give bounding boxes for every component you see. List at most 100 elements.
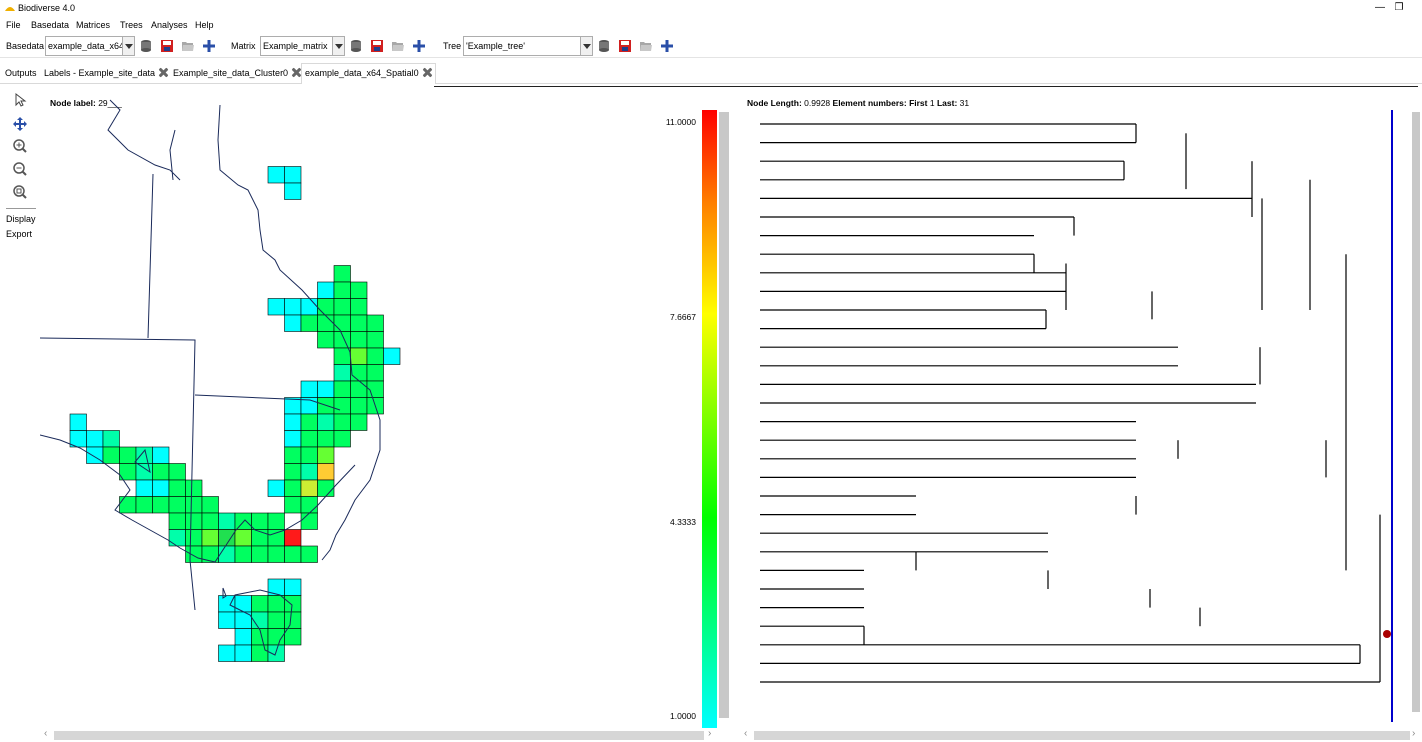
save-icon[interactable] — [160, 39, 174, 53]
map-cell[interactable] — [317, 281, 335, 299]
map-horizontal-scrollbar[interactable] — [54, 731, 704, 740]
map-cell[interactable] — [333, 397, 351, 415]
map-cell[interactable] — [185, 529, 203, 547]
map-cell[interactable] — [251, 644, 269, 662]
map-cell[interactable] — [284, 479, 302, 497]
map-cell[interactable] — [251, 512, 269, 530]
map-cell[interactable] — [119, 496, 137, 514]
map-cell[interactable] — [350, 413, 368, 431]
map-cell[interactable] — [350, 380, 368, 398]
zoom-out-icon[interactable] — [12, 161, 28, 177]
menu-analyses[interactable]: Analyses — [151, 20, 188, 30]
map-cell[interactable] — [317, 479, 335, 497]
map-cell[interactable] — [350, 397, 368, 415]
map-cell[interactable] — [300, 545, 318, 563]
map-cell[interactable] — [251, 595, 269, 613]
map-cell[interactable] — [185, 512, 203, 530]
map-cell[interactable] — [300, 463, 318, 481]
map-cell[interactable] — [284, 496, 302, 514]
map-cell[interactable] — [201, 496, 219, 514]
map-cell[interactable] — [333, 380, 351, 398]
map-cell[interactable] — [284, 529, 302, 547]
map-cell[interactable] — [333, 413, 351, 431]
map-cell[interactable] — [251, 545, 269, 563]
close-icon[interactable] — [292, 68, 301, 77]
map-cell[interactable] — [317, 298, 335, 316]
map-cell[interactable] — [333, 298, 351, 316]
map-cell[interactable] — [300, 413, 318, 431]
map-cell[interactable] — [350, 347, 368, 365]
map-cell[interactable] — [267, 529, 285, 547]
tab-outputs[interactable]: Outputs — [2, 65, 40, 84]
map-cell[interactable] — [234, 529, 252, 547]
map-cell[interactable] — [284, 166, 302, 184]
map-cell[interactable] — [366, 314, 384, 332]
map-cell[interactable] — [284, 628, 302, 646]
map-cell[interactable] — [284, 182, 302, 200]
map-cell[interactable] — [350, 364, 368, 382]
save-icon[interactable] — [618, 39, 632, 53]
map-cell[interactable] — [284, 446, 302, 464]
map-cell[interactable] — [185, 545, 203, 563]
zoom-in-icon[interactable] — [12, 138, 28, 154]
add-icon[interactable] — [202, 39, 216, 53]
map-cell[interactable] — [168, 479, 186, 497]
display-menu[interactable]: Display — [6, 214, 36, 224]
map-cell[interactable] — [333, 364, 351, 382]
tree-horizontal-scrollbar[interactable] — [754, 731, 1410, 740]
folder-open-icon[interactable] — [391, 39, 405, 53]
map-cell[interactable] — [168, 529, 186, 547]
map-cell[interactable] — [201, 529, 219, 547]
close-icon[interactable] — [423, 68, 432, 77]
map-cell[interactable] — [102, 430, 120, 448]
maximize-button[interactable]: ❐ — [1392, 1, 1406, 15]
map-cell[interactable] — [267, 479, 285, 497]
add-icon[interactable] — [412, 39, 426, 53]
tab-spatial[interactable]: example_data_x64_Spatial0 — [301, 63, 436, 84]
map-cell[interactable] — [317, 380, 335, 398]
map-cell[interactable] — [168, 463, 186, 481]
map-cell[interactable] — [168, 496, 186, 514]
pointer-icon[interactable] — [12, 92, 28, 108]
map-cell[interactable] — [267, 595, 285, 613]
map-cell[interactable] — [300, 380, 318, 398]
map-cell[interactable] — [218, 595, 236, 613]
tree-vertical-scrollbar[interactable] — [1412, 112, 1420, 712]
zoom-fit-icon[interactable] — [12, 184, 28, 200]
tab-labels[interactable]: Labels - Example_site_data — [41, 65, 171, 84]
map-cell[interactable] — [317, 446, 335, 464]
folder-open-icon[interactable] — [181, 39, 195, 53]
map-cell[interactable] — [317, 413, 335, 431]
map-cell[interactable] — [333, 430, 351, 448]
matrix-select[interactable]: Example_matrix — [260, 36, 345, 56]
map-cell[interactable] — [86, 430, 104, 448]
tree-select[interactable]: 'Example_tree' — [463, 36, 593, 56]
map-cell[interactable] — [317, 331, 335, 349]
map-cell[interactable] — [300, 430, 318, 448]
map-cell[interactable] — [135, 479, 153, 497]
map-cell[interactable] — [218, 644, 236, 662]
menu-file[interactable]: File — [6, 20, 21, 30]
chevron-down-icon[interactable] — [122, 37, 134, 55]
scroll-right-icon[interactable]: › — [708, 728, 711, 739]
map-cell[interactable] — [284, 595, 302, 613]
map-cell[interactable] — [284, 430, 302, 448]
close-icon[interactable] — [159, 68, 168, 77]
map-cell[interactable] — [366, 364, 384, 382]
menu-basedata[interactable]: Basedata — [31, 20, 69, 30]
map-cell[interactable] — [201, 512, 219, 530]
map-cell[interactable] — [234, 595, 252, 613]
map-cell[interactable] — [185, 479, 203, 497]
map-cell[interactable] — [152, 496, 170, 514]
map-cell[interactable] — [135, 446, 153, 464]
database-icon[interactable] — [597, 39, 611, 53]
map-cell[interactable] — [317, 314, 335, 332]
save-icon[interactable] — [370, 39, 384, 53]
folder-open-icon[interactable] — [639, 39, 653, 53]
map-cell[interactable] — [366, 347, 384, 365]
map-cell[interactable] — [102, 446, 120, 464]
map-cell[interactable] — [317, 463, 335, 481]
map-cell[interactable] — [284, 314, 302, 332]
map-cell[interactable] — [119, 446, 137, 464]
dendrogram[interactable] — [740, 108, 1410, 728]
